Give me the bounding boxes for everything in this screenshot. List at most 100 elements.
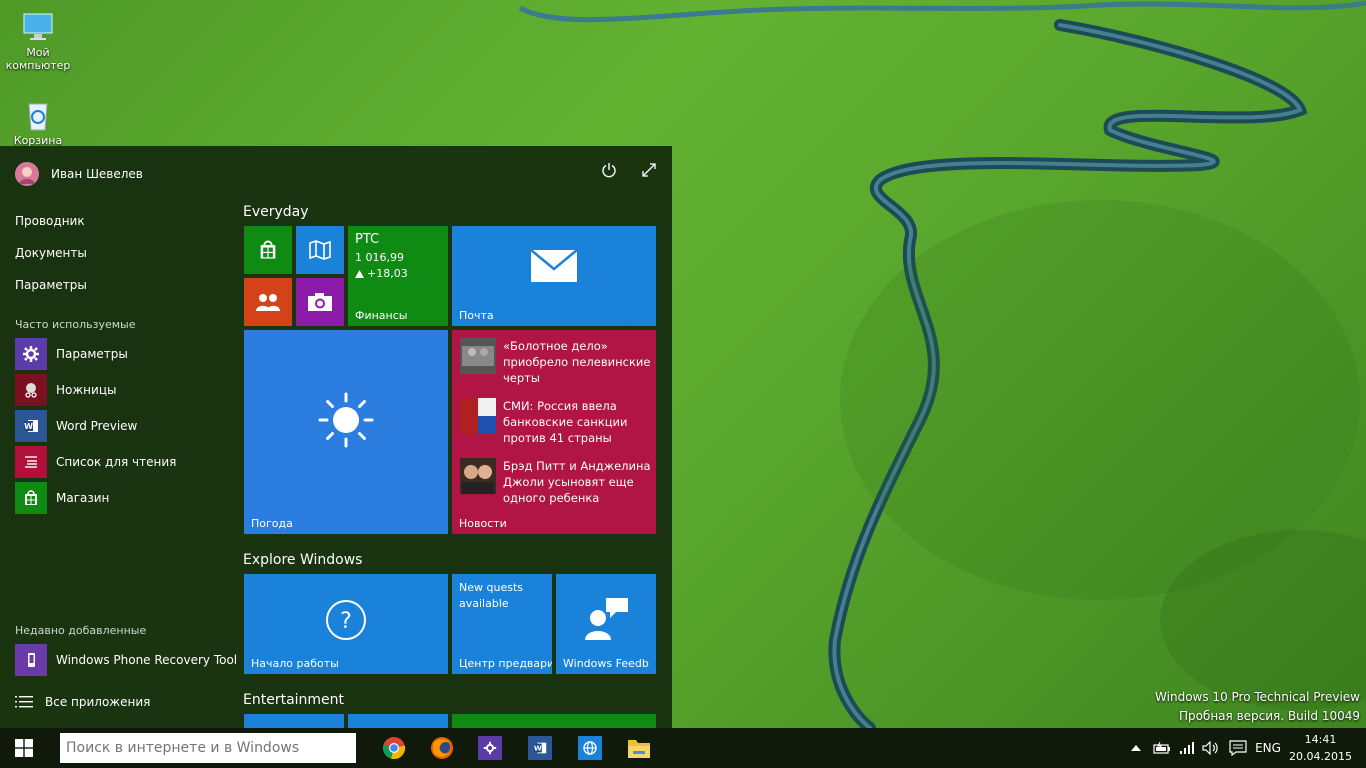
desktop-icon-recycle-bin[interactable]: Корзина xyxy=(1,98,75,147)
tile-entertainment-1[interactable] xyxy=(244,714,344,728)
tile-label: Почта xyxy=(459,309,494,322)
language-indicator[interactable]: ENG xyxy=(1252,728,1284,768)
app-store[interactable]: Магазин xyxy=(15,482,109,514)
taskbar: W ENG 14:41 20.04.2015 xyxy=(0,728,1366,768)
taskbar-app-internet-explorer[interactable] xyxy=(566,728,614,768)
recently-added-heading: Недавно добавленные xyxy=(15,624,147,637)
app-label: Windows Phone Recovery Tool xyxy=(56,653,238,667)
taskbar-app-firefox[interactable] xyxy=(418,728,466,768)
people-icon xyxy=(256,294,280,311)
finance-change: +18,03 xyxy=(355,267,408,280)
search-input[interactable] xyxy=(64,739,352,757)
place-documents[interactable]: Документы xyxy=(15,246,87,260)
news-item[interactable]: Брэд Питт и Анджелина Джоли усыновят еще… xyxy=(460,458,653,506)
tile-entertainment-3[interactable] xyxy=(452,714,656,728)
power-button[interactable] xyxy=(597,158,621,182)
app-reading-list[interactable]: Список для чтения xyxy=(15,446,176,478)
taskbar-app-word[interactable]: W xyxy=(516,728,564,768)
taskbar-app-file-explorer[interactable] xyxy=(615,728,663,768)
news-headline: СМИ: Россия ввела банковские санкции про… xyxy=(503,399,628,445)
avatar xyxy=(15,162,39,186)
search-box[interactable] xyxy=(60,733,356,763)
all-apps-label: Все приложения xyxy=(45,695,151,709)
settings-icon xyxy=(478,736,502,760)
app-word-preview[interactable]: W Word Preview xyxy=(15,410,137,442)
notifications-button[interactable] xyxy=(1227,728,1249,768)
tile-label: Погода xyxy=(251,517,293,530)
most-used-heading: Часто используемые xyxy=(15,318,136,331)
svg-text:W: W xyxy=(534,744,542,753)
user-account[interactable]: Иван Шевелев xyxy=(15,162,143,186)
tile-entertainment-2[interactable] xyxy=(348,714,448,728)
news-thumbnail xyxy=(460,398,496,434)
taskbar-app-settings[interactable] xyxy=(466,728,514,768)
tile-maps[interactable] xyxy=(296,226,344,274)
windows-logo-icon xyxy=(15,739,33,757)
tile-label: Центр предвари xyxy=(459,657,552,670)
tile-windows-feedback[interactable]: Windows Feedb xyxy=(556,574,656,674)
tile-label: Новости xyxy=(459,517,507,530)
news-item[interactable]: «Болотное дело» приобрело пелевинские че… xyxy=(460,338,653,386)
tile-get-started[interactable]: ? Начало работы xyxy=(244,574,448,674)
app-label: Список для чтения xyxy=(56,455,177,469)
group-title-entertainment: Entertainment xyxy=(243,692,345,708)
build-watermark: Windows 10 Pro Technical Preview Пробная… xyxy=(1155,690,1360,723)
app-label: Параметры xyxy=(56,347,128,361)
place-settings[interactable]: Параметры xyxy=(15,278,87,292)
chevron-up-icon xyxy=(1131,745,1141,751)
app-label: Word Preview xyxy=(56,419,138,433)
volume-button[interactable] xyxy=(1200,728,1222,768)
app-label: Магазин xyxy=(56,491,110,505)
store-icon xyxy=(15,482,47,514)
desktop-icon-my-computer[interactable]: Мой компьютер xyxy=(1,10,75,72)
tile-camera[interactable] xyxy=(296,278,344,326)
tile-label: Начало работы xyxy=(251,657,339,670)
help-icon: ? xyxy=(326,600,366,640)
recycle-bin-icon xyxy=(21,98,55,132)
tile-news[interactable]: «Болотное дело» приобрело пелевинские че… xyxy=(452,330,656,534)
network-button[interactable] xyxy=(1177,728,1197,768)
tile-label: Финансы xyxy=(355,309,408,322)
chrome-icon xyxy=(382,737,406,760)
app-settings[interactable]: Параметры xyxy=(15,338,128,370)
clock[interactable]: 14:41 20.04.2015 xyxy=(1289,731,1352,765)
news-headline: Брэд Питт и Анджелина Джоли усыновят еще… xyxy=(503,459,651,505)
news-item[interactable]: СМИ: Россия ввела банковские санкции про… xyxy=(460,398,653,446)
tile-mail[interactable]: Почта xyxy=(452,226,656,326)
expand-button[interactable] xyxy=(637,158,661,182)
app-snipping-tool[interactable]: Ножницы xyxy=(15,374,116,406)
scissors-icon xyxy=(15,374,47,406)
battery-button[interactable] xyxy=(1152,728,1172,768)
word-icon: W xyxy=(528,736,552,760)
network-signal-icon xyxy=(1180,742,1194,754)
file-explorer-icon xyxy=(628,740,650,758)
place-explorer[interactable]: Проводник xyxy=(15,214,85,228)
group-title-everyday: Everyday xyxy=(243,204,309,220)
taskbar-app-chrome[interactable] xyxy=(370,728,418,768)
phone-recovery-icon xyxy=(15,644,47,676)
expand-icon xyxy=(642,163,656,177)
app-windows-phone-recovery-tool[interactable]: Windows Phone Recovery Tool xyxy=(15,644,237,676)
show-hidden-icons-button[interactable] xyxy=(1128,728,1144,768)
tile-store[interactable] xyxy=(244,226,292,274)
power-icon xyxy=(602,163,616,178)
tile-label: Windows Feedb xyxy=(563,657,649,670)
battery-icon xyxy=(1153,742,1170,754)
firefox-icon xyxy=(431,737,453,759)
mail-icon xyxy=(530,249,578,282)
tile-people[interactable] xyxy=(244,278,292,326)
quests-text: New quests available xyxy=(459,581,523,610)
start-button[interactable] xyxy=(0,728,48,768)
tile-weather[interactable]: Погода xyxy=(244,330,448,534)
clock-time: 14:41 xyxy=(1304,733,1337,746)
camera-icon xyxy=(308,293,332,311)
all-apps-button[interactable]: Все приложения xyxy=(15,692,150,712)
list-icon xyxy=(15,696,33,708)
up-arrow-icon xyxy=(355,269,364,278)
tile-finance[interactable]: PTC 1 016,99 +18,03 Финансы xyxy=(348,226,448,326)
app-label: Ножницы xyxy=(56,383,117,397)
desktop-icon-label: Мой компьютер xyxy=(5,46,71,72)
news-headline: «Болотное дело» приобрело пелевинские че… xyxy=(503,339,651,385)
store-icon xyxy=(260,240,276,259)
tile-insider-hub[interactable]: New quests available Центр предвари xyxy=(452,574,552,674)
